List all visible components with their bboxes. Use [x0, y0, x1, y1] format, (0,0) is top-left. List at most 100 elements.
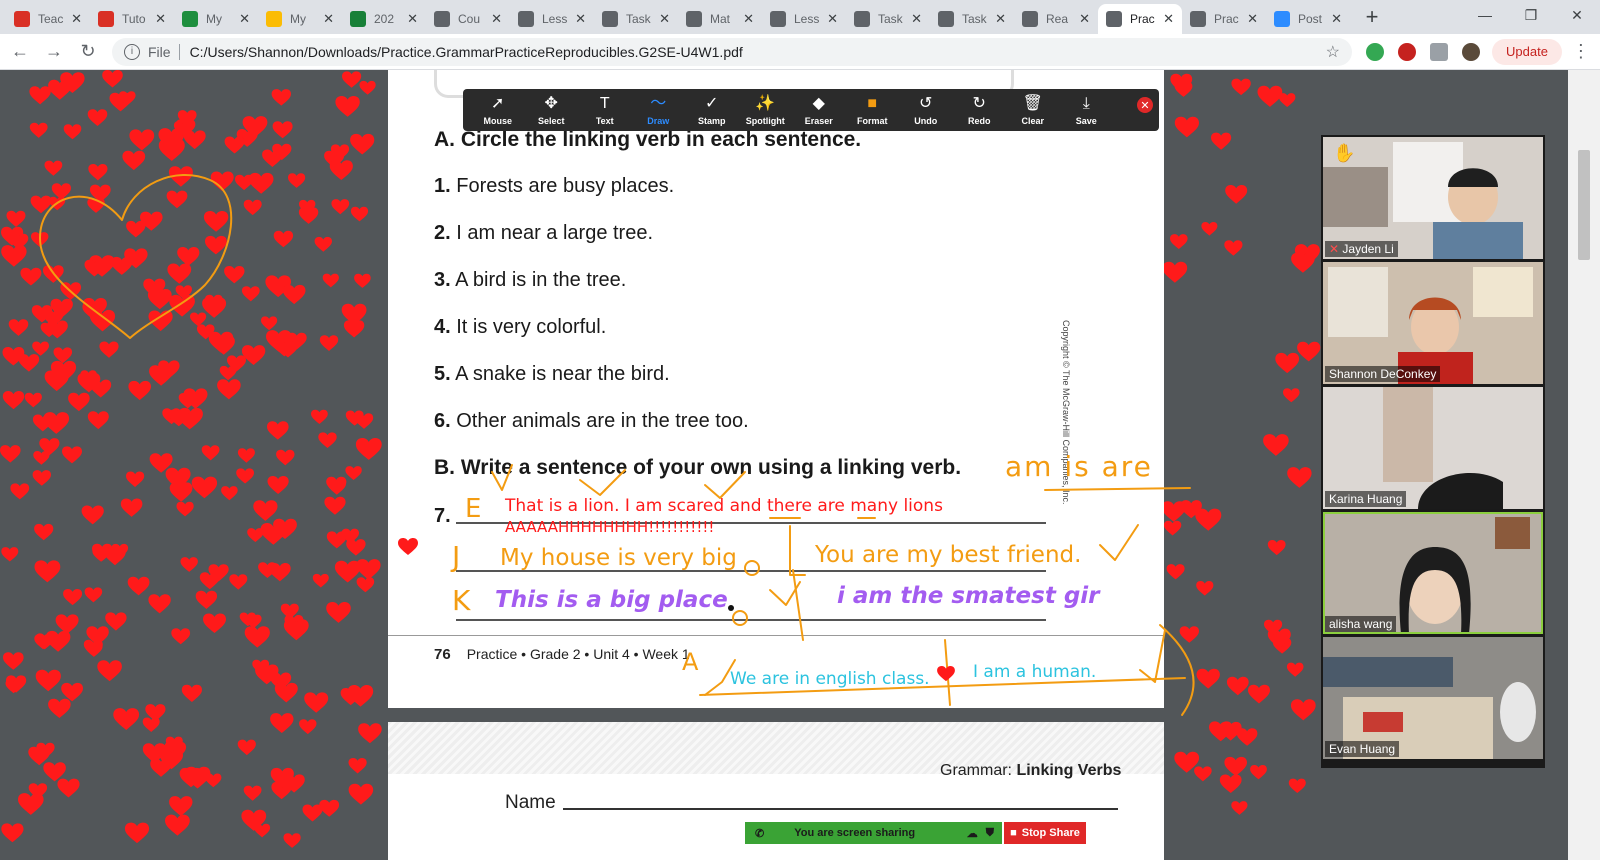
- browser-tab[interactable]: Cou ✕: [426, 4, 510, 34]
- stop-square-icon: ■: [1010, 827, 1017, 839]
- menu-kebab-icon[interactable]: ⋮: [1572, 41, 1590, 62]
- browser-tab[interactable]: Teac ✕: [6, 4, 90, 34]
- reload-icon[interactable]: ↻: [74, 38, 102, 66]
- tab-close-icon[interactable]: ✕: [743, 11, 754, 27]
- browser-tab[interactable]: Prac ✕: [1098, 4, 1182, 34]
- tab-label: Teac: [38, 12, 64, 26]
- annotate-tool-label: Stamp: [697, 115, 726, 126]
- browser-tab[interactable]: Prac ✕: [1182, 4, 1266, 34]
- browser-tab[interactable]: Less ✕: [510, 4, 594, 34]
- browser-tab[interactable]: Post ✕: [1266, 4, 1350, 34]
- tab-close-icon[interactable]: ✕: [323, 11, 334, 27]
- doc-icon: [770, 11, 786, 27]
- tab-close-icon[interactable]: ✕: [995, 11, 1006, 27]
- annotate-format-button[interactable]: ■ Format: [846, 89, 900, 131]
- tab-close-icon[interactable]: ✕: [71, 11, 82, 27]
- participant-name: ✕ Jayden Li: [1325, 241, 1398, 257]
- browser-tab[interactable]: Less ✕: [762, 4, 846, 34]
- forward-arrow-icon[interactable]: →: [40, 38, 68, 66]
- browser-tab[interactable]: Mat ✕: [678, 4, 762, 34]
- annotate-draw-button[interactable]: 〜 Draw: [632, 89, 686, 131]
- bookmark-star-icon[interactable]: ☆: [1326, 42, 1340, 62]
- tab-close-icon[interactable]: ✕: [911, 11, 922, 27]
- annotate-mouse-button[interactable]: ➚ Mouse: [471, 89, 525, 131]
- tab-close-icon[interactable]: ✕: [155, 11, 166, 27]
- video-tile-karina[interactable]: Karina Huang: [1323, 387, 1543, 509]
- tab-close-icon[interactable]: ✕: [239, 11, 250, 27]
- globe-icon: [1190, 11, 1206, 27]
- annotate-tool-label: Select: [537, 115, 565, 126]
- minimize-button[interactable]: —: [1462, 0, 1508, 30]
- browser-tab[interactable]: Rea ✕: [1014, 4, 1098, 34]
- tab-close-icon[interactable]: ✕: [575, 11, 586, 27]
- tab-close-icon[interactable]: ✕: [491, 11, 502, 27]
- redo-icon: ↻: [972, 94, 986, 112]
- tab-close-icon[interactable]: ✕: [1247, 11, 1258, 27]
- stop-share-button[interactable]: ■ Stop Share: [1004, 822, 1086, 844]
- video-tile-evan[interactable]: Evan Huang: [1323, 637, 1543, 759]
- new-tab-button[interactable]: +: [1358, 3, 1386, 31]
- tab-close-icon[interactable]: ✕: [659, 11, 670, 27]
- browser-tab[interactable]: Task ✕: [594, 4, 678, 34]
- video-tile-alisha[interactable]: alisha wang: [1323, 512, 1543, 634]
- tab-label: Task: [962, 12, 987, 26]
- globe-icon: [1106, 11, 1122, 27]
- annotate-select-button[interactable]: ✥ Select: [525, 89, 579, 131]
- browser-tab[interactable]: Task ✕: [846, 4, 930, 34]
- extensions-puzzle-icon[interactable]: [1430, 42, 1448, 61]
- browser-tab[interactable]: My ✕: [174, 4, 258, 34]
- tab-strip: Teac ✕ Tuto ✕ My ✕ My ✕ 202 ✕ Cou ✕ Less ✕ Task ✕ Mat ✕ Le…: [0, 0, 1600, 34]
- video-tile-shannon[interactable]: Shannon DeConkey: [1323, 262, 1543, 384]
- video-tile-jayden[interactable]: ✋ ✕ Jayden Li: [1323, 137, 1543, 259]
- annotate-tool-label: Save: [1075, 115, 1097, 126]
- browser-toolbar: ← → ↻ i File C:/Users/Shannon/Downloads/…: [0, 34, 1600, 70]
- extension-ublock-icon[interactable]: [1398, 42, 1416, 61]
- doc-icon: [518, 11, 534, 27]
- url-text[interactable]: C:/Users/Shannon/Downloads/Practice.Gram…: [190, 44, 1326, 60]
- scrollbar[interactable]: [1568, 70, 1600, 860]
- update-button[interactable]: Update: [1492, 38, 1562, 65]
- cloud-icon: ☁: [966, 827, 978, 840]
- student-initial-a: A: [682, 648, 699, 676]
- restore-button[interactable]: ❐: [1508, 0, 1554, 30]
- answer-k: This is a big place: [495, 587, 728, 613]
- tab-close-icon[interactable]: ✕: [407, 11, 418, 27]
- browser-tab[interactable]: My ✕: [258, 4, 342, 34]
- annotate-spotlight-button[interactable]: ✨ Spotlight: [739, 89, 793, 131]
- profile-avatar[interactable]: [1462, 42, 1480, 61]
- tab-close-icon[interactable]: ✕: [1331, 11, 1342, 27]
- undo-icon: ↺: [919, 94, 933, 112]
- tab-close-icon[interactable]: ✕: [1163, 11, 1174, 27]
- annotate-clear-button[interactable]: 🗑 Clear: [1006, 89, 1060, 131]
- back-arrow-icon[interactable]: ←: [6, 38, 34, 66]
- sharing-status-text: You are screen sharing: [794, 827, 916, 839]
- tab-label: Task: [626, 12, 651, 26]
- annotate-stamp-button[interactable]: ✓ Stamp: [685, 89, 739, 131]
- tab-close-icon[interactable]: ✕: [827, 11, 838, 27]
- annotate-save-button[interactable]: ⤓ Save: [1060, 89, 1114, 131]
- browser-tab[interactable]: Task ✕: [930, 4, 1014, 34]
- browser-tab[interactable]: 202 ✕: [342, 4, 426, 34]
- annotate-undo-button[interactable]: ↺ Undo: [899, 89, 953, 131]
- annotate-text-button[interactable]: T Text: [578, 89, 632, 131]
- address-bar[interactable]: i File C:/Users/Shannon/Downloads/Practi…: [112, 37, 1352, 66]
- format-color-icon: ■: [867, 94, 878, 112]
- doc-icon: [938, 11, 954, 27]
- browser-tab[interactable]: Tuto ✕: [90, 4, 174, 34]
- extension-green-icon[interactable]: [1366, 42, 1384, 61]
- annotate-redo-button[interactable]: ↻ Redo: [953, 89, 1007, 131]
- close-window-button[interactable]: ✕: [1554, 0, 1600, 30]
- close-annotate-icon[interactable]: ✕: [1137, 97, 1153, 113]
- annotate-tool-label: Undo: [914, 115, 938, 126]
- tab-close-icon[interactable]: ✕: [1079, 11, 1090, 27]
- eraser-icon: ◆: [812, 94, 825, 112]
- annotate-tool-label: Clear: [1021, 115, 1044, 126]
- annotate-eraser-button[interactable]: ◆ Eraser: [792, 89, 846, 131]
- info-icon[interactable]: i: [124, 43, 140, 60]
- scrollbar-thumb[interactable]: [1578, 150, 1590, 260]
- heart-reaction-icon: [398, 538, 418, 555]
- annotate-tool-label: Format: [856, 115, 888, 126]
- sharing-status[interactable]: ✆ You are screen sharing ☁ ⛊: [745, 822, 1002, 844]
- tab-label: Tuto: [122, 12, 146, 26]
- url-scheme: File: [148, 43, 171, 60]
